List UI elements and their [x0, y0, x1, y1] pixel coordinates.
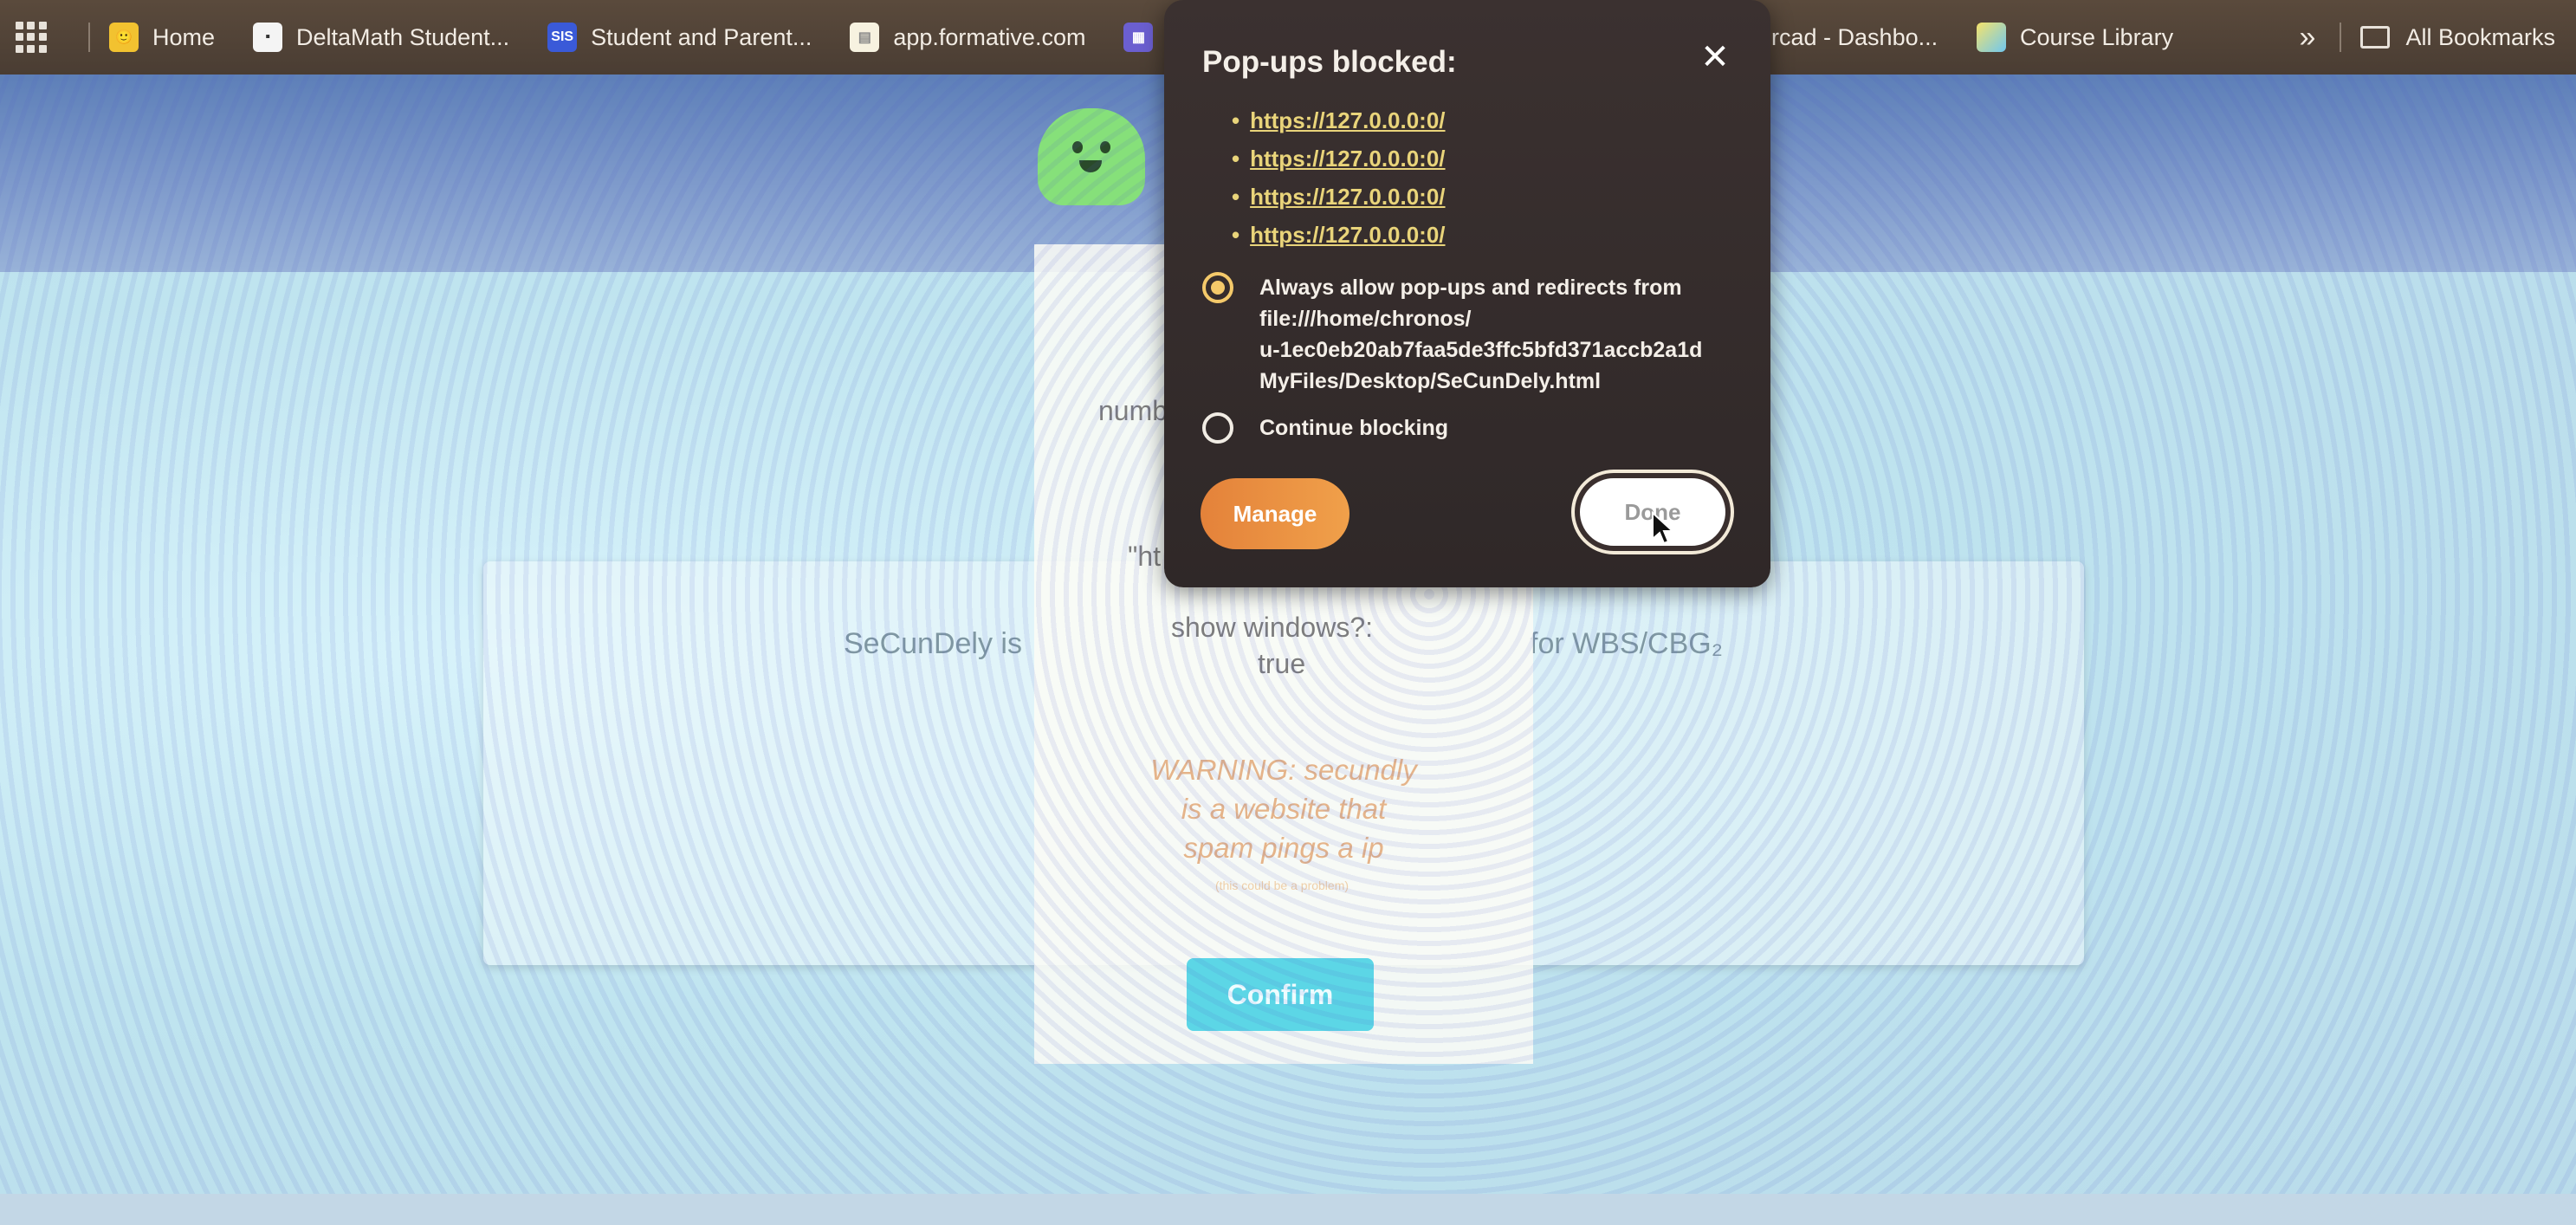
course-library-icon — [1977, 23, 2006, 52]
bookmarks-divider — [2340, 23, 2342, 52]
manage-button[interactable]: Manage — [1201, 478, 1349, 549]
warning-text: WARNING: secundly is a website that spam… — [1150, 754, 1417, 864]
option-always-allow[interactable]: Always allow pop-ups and redirects from … — [1202, 272, 1702, 397]
close-icon[interactable]: ✕ — [1696, 38, 1734, 76]
calendar-grid-icon: ▦ — [1123, 23, 1154, 52]
bottom-edge — [0, 1194, 2576, 1225]
formative-icon: ▤ — [850, 23, 880, 52]
all-bookmarks-button[interactable]: All Bookmarks — [2360, 24, 2555, 51]
dialog-title: Pop-ups blocked: — [1202, 45, 1457, 79]
show-windows-value: true — [1258, 648, 1306, 679]
popups-blocked-dialog: Pop-ups blocked: ✕ • https://127.0.0.0:0/… — [1164, 0, 1770, 587]
option-always-allow-label: Always allow pop-ups and redirects from … — [1259, 275, 1703, 393]
bookmark-ercad[interactable]: ercad - Dashbo... — [1758, 24, 1938, 51]
bookmark-label: Course Library — [2020, 23, 2174, 50]
home-bookmark-icon: 🙂 — [109, 23, 139, 52]
confirm-button[interactable]: Confirm — [1187, 958, 1374, 1031]
bookmark-label: app.formative.com — [893, 23, 1086, 50]
blocked-url-link[interactable]: • https://127.0.0.0:0/ — [1232, 107, 1446, 146]
sis-icon: SIS — [547, 23, 578, 52]
apps-grid-icon[interactable] — [16, 22, 47, 53]
show-windows-label: show windows?: — [1171, 612, 1373, 643]
blocked-url-link[interactable]: • https://127.0.0.0:0/ — [1232, 146, 1446, 184]
info-text-right: for WBS/CBG₂ — [1530, 627, 1723, 660]
blocked-url-link[interactable]: • https://127.0.0.0:0/ — [1232, 222, 1446, 260]
bookmarks-divider — [88, 23, 90, 52]
info-text-left: SeCunDely is — [844, 627, 1022, 660]
bookmark-label: ercad - Dashbo... — [1758, 23, 1938, 50]
ghost-logo-icon — [1038, 108, 1145, 205]
bookmark-label: Home — [152, 23, 216, 50]
blocked-url-link[interactable]: • https://127.0.0.0:0/ — [1232, 184, 1446, 222]
bookmark-label: Student and Parent... — [591, 23, 812, 50]
bookmark-course-library[interactable]: Course Library — [1977, 23, 2173, 52]
deltamath-icon: ▪ — [253, 23, 283, 52]
bookmark-student-parent[interactable]: SIS Student and Parent... — [547, 23, 812, 52]
radio-continue-blocking[interactable] — [1202, 412, 1233, 444]
numb-text: numb — [1098, 395, 1168, 426]
radio-always-allow[interactable] — [1202, 272, 1233, 303]
option-continue-blocking-label: Continue blocking — [1259, 416, 1449, 440]
quote-text: "ht — [1128, 541, 1162, 572]
bookmark-label: DeltaMath Student... — [296, 23, 510, 50]
blocked-url-list: • https://127.0.0.0:0/ • https://127.0.0.0… — [1232, 107, 1446, 260]
warning-subtext: (this could be a problem) — [1214, 878, 1349, 892]
bookmarks-overflow-chevron-icon[interactable]: » — [2300, 21, 2316, 55]
folder-icon — [2360, 26, 2391, 49]
bookmark-formative[interactable]: ▤ app.formative.com — [850, 23, 1085, 52]
option-continue-blocking[interactable]: Continue blocking — [1202, 412, 1448, 444]
mouse-cursor-icon — [1652, 511, 1675, 545]
bookmark-home[interactable]: 🙂 Home — [109, 23, 215, 52]
all-bookmarks-label: All Bookmarks — [2405, 23, 2555, 50]
bookmark-deltamath[interactable]: ▪ DeltaMath Student... — [253, 23, 509, 52]
